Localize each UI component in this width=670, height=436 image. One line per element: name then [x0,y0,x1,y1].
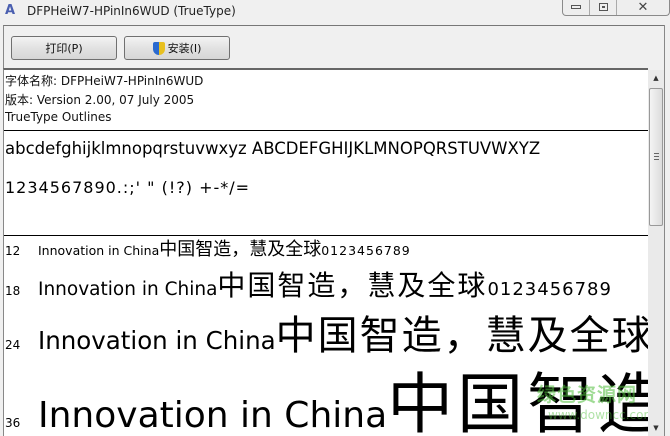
sample-row-18: 18 Innovation in China 中国智造，慧及全球 0123456… [5,272,612,300]
scroll-up-arrow-icon[interactable]: ▲ [648,70,664,86]
sample-digits: 0123456789 [487,279,612,300]
minimize-button[interactable] [563,0,590,15]
font-app-icon: A [5,3,16,18]
grip-icon [654,153,659,160]
sample-cjk: 中国智造，慧及全球 [275,313,648,359]
watermark-logo: 绿色资源网 [537,384,638,406]
sample-text: Innovation in China [38,326,276,355]
divider [4,235,648,236]
font-name: 字体名称: DFPHeiW7-HPinIn6WUD [5,74,204,88]
maximize-button[interactable] [590,0,617,15]
install-button[interactable]: 安装(I) [124,36,230,60]
sample-size: 18 [5,284,21,298]
install-label: 安装(I) [167,42,202,55]
vertical-scrollbar[interactable]: ▲ ▼ [648,70,664,436]
window-title: DFPHeiW7-HPinIn6WUD (TrueType) [27,4,236,18]
divider [4,130,648,131]
charset-letters: abcdefghijklmnopqrstuvwxyz ABCDEFGHIJKLM… [5,139,541,158]
close-icon: ✕ [637,0,649,15]
sample-text: Innovation in China [38,243,160,258]
sample-cjk: 中国智造，慧及全球 [159,239,322,260]
scroll-down-arrow-icon[interactable]: ▼ [648,420,664,436]
font-preview-pane: 字体名称: DFPHeiW7-HPinIn6WUD 版本: Version 2.… [3,68,648,436]
window-border [664,25,670,436]
print-label: 打印(P) [45,42,83,55]
title-bar: A DFPHeiW7-HPinIn6WUD (TrueType) ✕ [0,0,670,24]
sample-size: 36 [5,416,21,430]
toolbar: 打印(P) 安装(I) [3,25,667,68]
minimize-icon [571,5,581,9]
sample-cjk: 中国智造，慧及全球 [217,269,488,302]
sample-size: 24 [5,338,21,352]
sample-text: Innovation in China [38,279,218,300]
sample-size: 12 [5,244,21,258]
sample-row-12: 12 Innovation in China 中国智造，慧及全球 0123456… [5,241,411,259]
print-button[interactable]: 打印(P) [11,36,117,60]
sample-row-24: 24 Innovation in China 中国智造，慧及全球 [5,316,648,356]
window-controls: ✕ [562,0,670,16]
uac-shield-icon [152,41,165,55]
watermark-url: www.downcc.com [548,408,656,422]
charset-digits: 1234567890.:;' " (!?) +-*/= [5,178,251,197]
maximize-icon [598,3,608,11]
sample-digits: 0123456789 [321,243,411,258]
scrollbar-thumb[interactable] [649,88,663,226]
sample-text: Innovation in China [38,395,388,436]
font-version: 版本: Version 2.00, 07 July 2005 [5,93,195,107]
font-type: TrueType Outlines [5,110,112,124]
close-button[interactable]: ✕ [617,0,669,15]
